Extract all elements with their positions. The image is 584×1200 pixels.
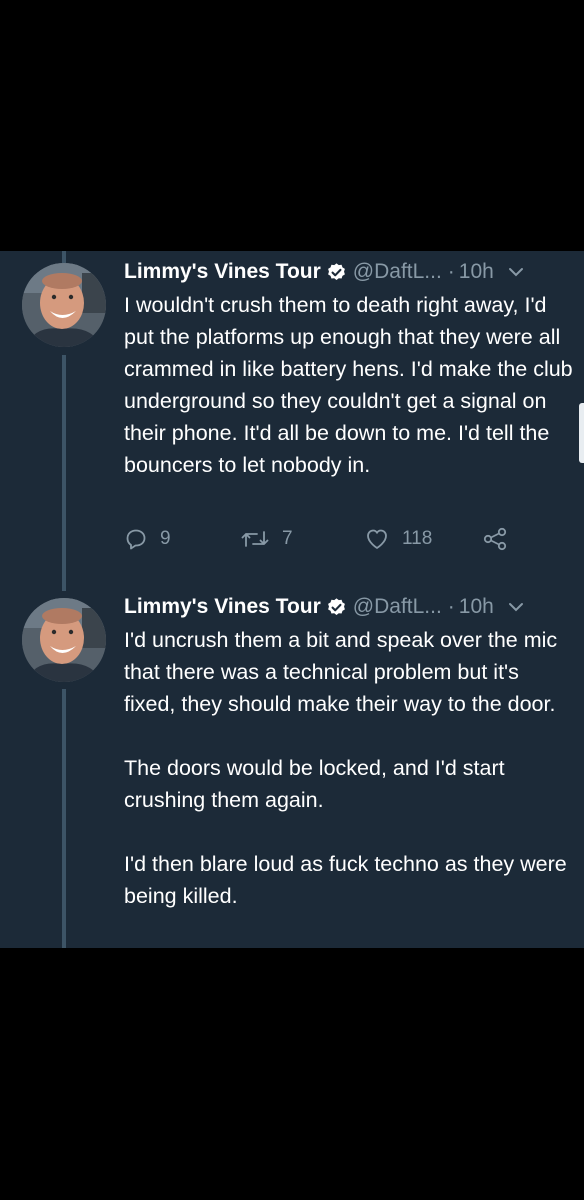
tweet-paragraph: The doors would be locked, and I'd start… (124, 756, 505, 812)
verified-badge-icon (327, 262, 345, 280)
chevron-down-icon[interactable] (508, 602, 524, 612)
like-count: 118 (402, 528, 433, 549)
tweet-text: I'd uncrush them a bit and speak over th… (124, 624, 576, 912)
tweet-paragraph: I'd then blare loud as fuck techno as th… (124, 852, 567, 908)
share-button[interactable] (482, 527, 520, 551)
avatar[interactable] (22, 263, 106, 347)
timestamp[interactable]: 10h (459, 260, 494, 284)
avatar[interactable] (22, 598, 106, 682)
thread-connector (62, 355, 66, 591)
tweet-text: I wouldn't crush them to death right awa… (124, 289, 576, 481)
reply-icon (126, 529, 146, 550)
tweet-header: Limmy's Vines Tour @DaftL... · 10h (124, 592, 572, 622)
avatar-image (22, 598, 106, 682)
separator-dot: · (447, 260, 455, 283)
retweet-icon (241, 531, 269, 547)
separator-dot: · (447, 595, 455, 618)
display-name[interactable]: Limmy's Vines Tour (124, 595, 321, 619)
tweet-paragraph: I wouldn't crush them to death right awa… (124, 293, 573, 477)
handle[interactable]: @DaftL... (353, 595, 442, 619)
handle[interactable]: @DaftL... (353, 260, 442, 284)
share-icon (483, 527, 507, 551)
reply-count: 9 (160, 528, 171, 549)
retweet-button[interactable]: 7 (240, 527, 293, 551)
verified-badge-icon (327, 597, 345, 615)
like-button[interactable]: 118 (364, 527, 432, 551)
timestamp[interactable]: 10h (459, 595, 494, 619)
thread-connector (62, 689, 66, 948)
chevron-down-icon[interactable] (508, 267, 524, 277)
thread-connector-top (62, 251, 66, 263)
tweet-thread-panel: Limmy's Vines Tour @DaftL... · 10h I wou… (0, 251, 584, 948)
like-icon (367, 529, 387, 549)
scroll-indicator[interactable] (579, 403, 584, 463)
retweet-count: 7 (282, 528, 293, 549)
tweet-paragraph: I'd uncrush them a bit and speak over th… (124, 628, 558, 716)
tweet-header: Limmy's Vines Tour @DaftL... · 10h (124, 257, 572, 287)
avatar-image (22, 263, 106, 347)
reply-button[interactable]: 9 (124, 527, 171, 551)
tweet-actions: 9 7 118 (124, 527, 554, 557)
display-name[interactable]: Limmy's Vines Tour (124, 260, 321, 284)
